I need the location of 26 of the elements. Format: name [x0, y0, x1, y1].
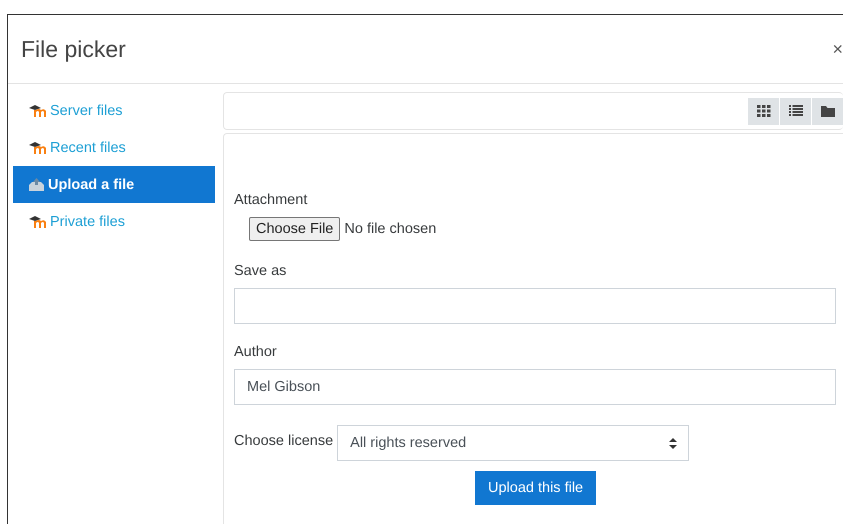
field-label: Save as — [234, 263, 288, 279]
choose-file-button[interactable]: Choose File — [249, 217, 340, 241]
upload-button[interactable]: Upload this file — [475, 471, 596, 505]
view-button[interactable] — [812, 98, 843, 124]
graduation-cap-icon — [29, 216, 46, 228]
list-icon — [788, 105, 802, 117]
repository-item[interactable]: Private files — [13, 203, 215, 240]
file-status: No file chosen — [344, 221, 436, 237]
view-button[interactable] — [780, 98, 811, 124]
grid-icon — [756, 105, 770, 117]
sort-caret-icon — [669, 438, 678, 448]
input-field[interactable]: Mel Gibson — [234, 369, 836, 405]
upload-tray-icon — [29, 178, 44, 191]
graduation-cap-icon — [29, 104, 46, 116]
license-select[interactable]: All rights reserved — [337, 425, 690, 461]
field-label: Choose license — [234, 433, 334, 449]
dialog-title: File picker — [21, 36, 126, 62]
repository-item[interactable]: Recent files — [13, 129, 215, 166]
repository-item[interactable]: Server files — [13, 92, 215, 129]
close-button[interactable]: × — [832, 38, 843, 60]
field-label: Attachment — [234, 192, 308, 208]
field-label: Author — [234, 344, 278, 360]
graduation-cap-icon — [29, 142, 46, 154]
view-button[interactable] — [748, 98, 779, 124]
repository-item[interactable]: Upload a file — [13, 166, 215, 203]
folder-icon — [820, 105, 834, 117]
